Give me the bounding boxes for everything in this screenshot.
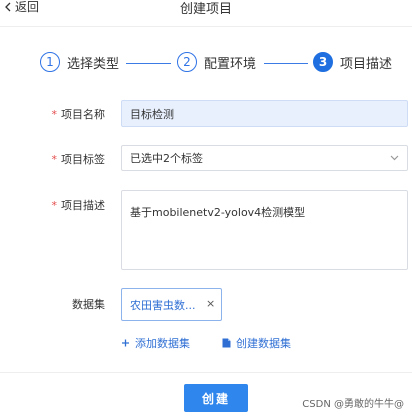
step-1: 1 选择类型 <box>40 52 119 72</box>
step-2-number: 2 <box>177 52 197 72</box>
plus-icon <box>122 339 129 347</box>
dataset-tag[interactable]: 农田害虫数... × <box>121 288 222 321</box>
required-mark: * <box>51 108 58 121</box>
step-connector-1 <box>126 63 171 64</box>
watermark: CSDN @勇敢的牛牛@ <box>302 399 404 410</box>
step-3: 3 项目描述 <box>313 52 392 72</box>
add-dataset-link[interactable]: 添加数据集 <box>121 335 190 351</box>
step-connector-2 <box>264 63 308 64</box>
page-header: 返回 创建项目 <box>0 0 412 22</box>
project-tags-select[interactable]: 已选中2个标签 <box>121 145 408 171</box>
chevron-down-icon <box>390 155 399 161</box>
document-icon <box>222 338 231 348</box>
project-desc-textarea[interactable]: 基于mobilenetv2-yolov4检测模型 <box>121 190 408 270</box>
create-button[interactable]: 创建 <box>184 384 248 412</box>
close-icon[interactable]: × <box>206 298 216 310</box>
step-2-label: 配置环境 <box>204 56 257 72</box>
create-dataset-link[interactable]: 创建数据集 <box>222 335 291 351</box>
dataset-label: 数据集 <box>72 298 105 311</box>
project-name-input[interactable]: 目标检测 <box>121 100 408 127</box>
dataset-tag-label: 农田害虫数... <box>130 298 196 312</box>
step-2: 2 配置环境 <box>177 52 256 72</box>
header-divider <box>0 26 412 27</box>
step-3-number: 3 <box>313 52 333 72</box>
project-desc-label: * 项目描述 <box>51 199 106 212</box>
project-tags-label: * 项目标签 <box>51 153 106 166</box>
step-indicator: 1 选择类型 2 配置环境 3 项目描述 <box>0 52 412 76</box>
step-1-label: 选择类型 <box>67 56 120 72</box>
footer-divider <box>0 372 412 373</box>
required-mark: * <box>51 199 58 212</box>
project-name-label: * 项目名称 <box>51 108 106 121</box>
page-title: 创建项目 <box>179 2 232 17</box>
step-3-label: 项目描述 <box>340 56 393 72</box>
step-1-number: 1 <box>40 52 60 72</box>
required-mark: * <box>51 153 58 166</box>
